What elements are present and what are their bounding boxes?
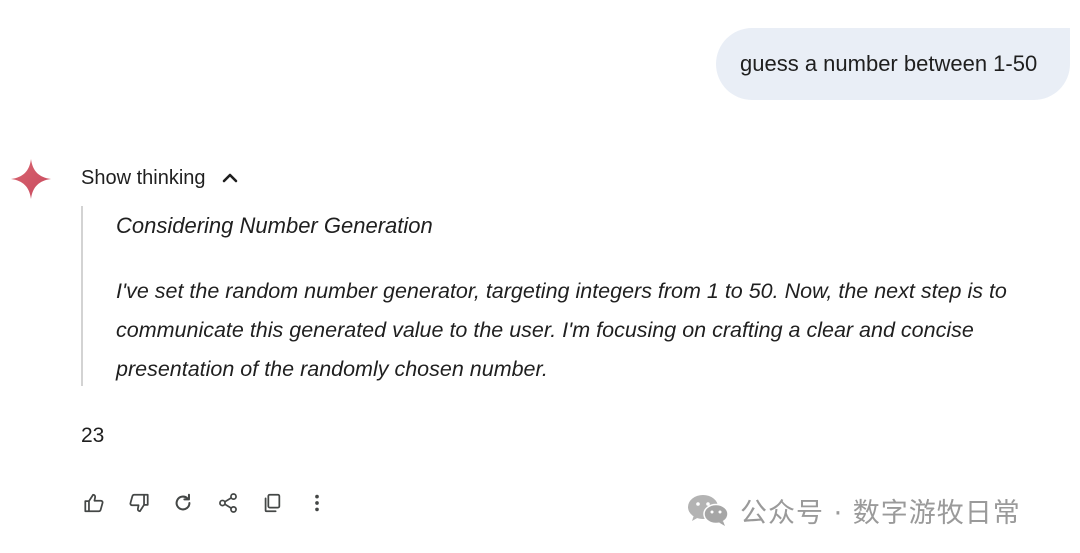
watermark: 公众号 · 数字游牧日常 <box>686 490 1021 530</box>
show-thinking-toggle[interactable]: Show thinking <box>81 164 240 192</box>
thinking-body: I've set the random number generator, ta… <box>116 279 1007 381</box>
more-options-button[interactable] <box>304 490 330 516</box>
chevron-up-icon <box>222 173 237 183</box>
regenerate-icon <box>175 493 191 511</box>
copy-button[interactable] <box>259 490 285 516</box>
share-button[interactable] <box>215 490 241 516</box>
user-message-bubble: guess a number between 1-50 <box>716 28 1070 100</box>
gemini-sparkle-icon <box>11 159 51 199</box>
share-icon <box>218 493 237 513</box>
thumbs-up-icon <box>84 493 104 513</box>
thumbs-down-icon <box>129 493 149 513</box>
response-actions <box>81 490 348 516</box>
more-vert-icon <box>314 494 319 512</box>
copy-icon <box>264 493 281 513</box>
chat-page: guess a number between 1-50 Show thinkin… <box>0 0 1080 553</box>
regenerate-button[interactable] <box>170 490 196 516</box>
show-thinking-label: Show thinking <box>81 166 206 189</box>
thumbs-down-button[interactable] <box>126 490 152 516</box>
user-message-text: guess a number between 1-50 <box>740 51 1038 76</box>
thumbs-up-button[interactable] <box>81 490 107 516</box>
assistant-answer: 23 <box>81 424 105 447</box>
thinking-heading: Considering Number Generation <box>116 213 433 238</box>
watermark-text: 公众号 · 数字游牧日常 <box>740 497 1021 529</box>
wechat-icon <box>688 495 729 526</box>
thinking-panel: Considering Number Generation I've set t… <box>81 206 1071 386</box>
